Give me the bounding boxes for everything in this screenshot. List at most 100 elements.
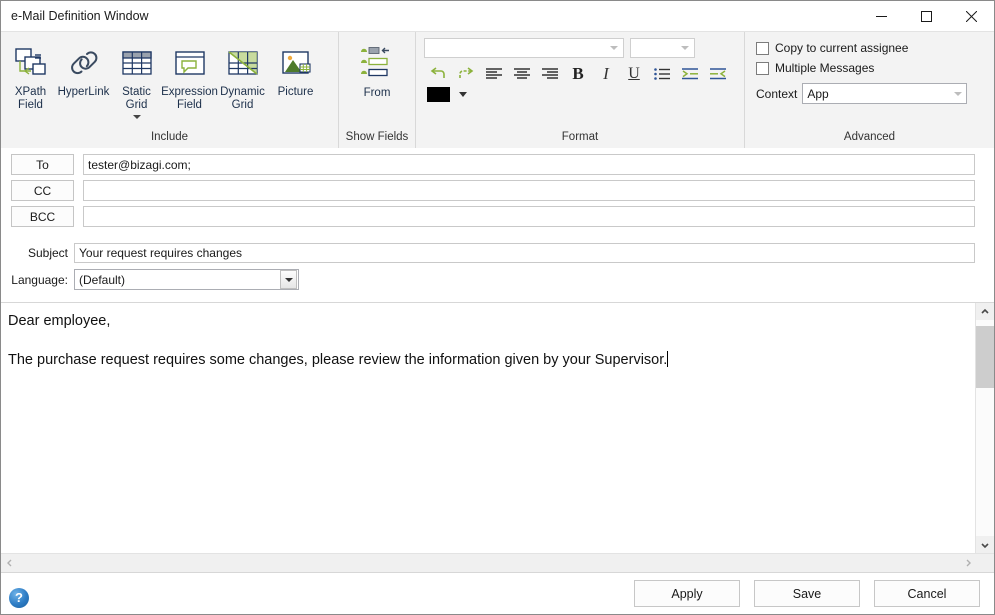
language-label: Language: — [11, 272, 68, 287]
picture-label: Picture — [277, 86, 314, 98]
window-title: e-Mail Definition Window — [11, 9, 149, 23]
language-row: Language: (Default) — [11, 269, 994, 290]
align-center-button[interactable] — [508, 61, 536, 87]
message-editor: Dear employee, The purchase request requ… — [1, 302, 994, 572]
bcc-button[interactable]: BCC — [11, 206, 74, 227]
language-value: (Default) — [79, 272, 126, 287]
save-button[interactable]: Save — [754, 580, 860, 607]
hyperlink-label: HyperLink — [57, 86, 110, 98]
language-dropdown-button[interactable] — [280, 270, 297, 289]
ribbon-group-label-advanced: Advanced — [745, 126, 994, 148]
scrollbar-corner — [976, 554, 994, 572]
subject-label: Subject — [27, 246, 68, 260]
subject-section: Subject Your request requires changes La… — [1, 243, 994, 290]
ribbon-group-label-include: Include — [1, 126, 338, 148]
picture-button[interactable]: Picture — [269, 37, 322, 126]
dynamic-grid-icon — [223, 41, 263, 85]
hyperlink-button[interactable]: HyperLink — [57, 37, 110, 126]
message-paragraph-2-text: The purchase request requires some chang… — [8, 352, 668, 368]
cc-button[interactable]: CC — [11, 180, 74, 201]
maximize-button[interactable] — [904, 1, 949, 31]
vertical-scroll-track[interactable] — [976, 320, 994, 536]
message-paragraph-1: Dear employee, — [8, 313, 111, 329]
cc-input[interactable] — [83, 180, 975, 201]
to-input[interactable]: tester@bizagi.com; — [83, 154, 975, 175]
minimize-button[interactable] — [859, 1, 904, 31]
ribbon-group-include: XPath Field HyperLink Static Grid Expres… — [1, 32, 338, 148]
ribbon-toolbar: XPath Field HyperLink Static Grid Expres… — [1, 31, 994, 148]
chevron-down-icon[interactable] — [459, 92, 467, 97]
ribbon-group-advanced: Copy to current assignee Multiple Messag… — [744, 32, 994, 148]
cc-row: CC — [1, 180, 994, 201]
scroll-up-button[interactable] — [976, 303, 994, 320]
chevron-down-icon — [954, 91, 963, 96]
font-size-combo[interactable] — [630, 38, 695, 58]
include-buttons: XPath Field HyperLink Static Grid Expres… — [1, 32, 338, 126]
multiple-messages-checkbox[interactable]: Multiple Messages — [756, 61, 994, 75]
hyperlink-icon — [64, 41, 104, 85]
italic-icon: I — [603, 64, 609, 83]
underline-icon: U — [628, 65, 640, 82]
subject-input[interactable]: Your request requires changes — [74, 243, 975, 263]
cancel-button[interactable]: Cancel — [874, 580, 980, 607]
multiple-messages-label: Multiple Messages — [775, 61, 875, 75]
vertical-scroll-thumb[interactable] — [976, 326, 994, 388]
context-row: Context App — [756, 83, 994, 104]
redo-button[interactable] — [452, 61, 480, 87]
checkbox-box — [756, 41, 769, 55]
bcc-input[interactable] — [83, 206, 975, 227]
to-button[interactable]: To — [11, 154, 74, 175]
from-button[interactable]: From — [342, 37, 412, 126]
title-bar: e-Mail Definition Window — [1, 1, 994, 31]
italic-button[interactable]: I — [592, 61, 620, 87]
picture-icon — [276, 41, 316, 85]
close-button[interactable] — [949, 1, 994, 31]
font-color-row — [424, 87, 744, 102]
static-grid-icon — [117, 41, 157, 85]
ribbon-group-show-fields: From Show Fields — [338, 32, 415, 148]
bcc-row: BCC — [1, 206, 994, 227]
ribbon-group-format: B I U Format — [415, 32, 744, 148]
email-definition-window: e-Mail Definition Window XPath Field Hyp… — [0, 0, 995, 615]
context-combo[interactable]: App — [802, 83, 968, 104]
scroll-right-button[interactable] — [959, 555, 976, 572]
align-right-button[interactable] — [536, 61, 564, 87]
static-grid-button[interactable]: Static Grid — [110, 37, 163, 126]
font-name-combo[interactable] — [424, 38, 624, 58]
font-color-swatch[interactable] — [427, 87, 450, 102]
from-fields-icon — [355, 42, 399, 86]
underline-button[interactable]: U — [620, 61, 648, 87]
expression-field-label: Expression Field — [161, 86, 218, 111]
chevron-down-icon[interactable] — [132, 115, 141, 119]
subject-row: Subject Your request requires changes — [11, 243, 994, 263]
undo-button[interactable] — [424, 61, 452, 87]
format-buttons-row: B I U — [424, 61, 744, 87]
expression-field-button[interactable]: Expression Field — [161, 37, 218, 126]
horizontal-scrollbar[interactable] — [1, 553, 994, 572]
context-label: Context — [756, 86, 798, 101]
bullet-list-button[interactable] — [648, 61, 676, 87]
chevron-down-icon — [681, 46, 689, 50]
message-body-textarea[interactable]: Dear employee, The purchase request requ… — [1, 303, 975, 553]
copy-to-current-assignee-checkbox[interactable]: Copy to current assignee — [756, 41, 994, 55]
scroll-left-button[interactable] — [1, 555, 18, 572]
language-combo[interactable]: (Default) — [74, 269, 299, 290]
apply-button[interactable]: Apply — [634, 580, 740, 607]
scroll-down-button[interactable] — [976, 536, 994, 553]
ribbon-group-label-show-fields: Show Fields — [339, 126, 415, 148]
decrease-indent-button[interactable] — [704, 61, 732, 87]
dynamic-grid-label: Dynamic Grid — [220, 86, 265, 111]
footer-bar: ? Apply Save Cancel — [1, 572, 994, 614]
copy-to-current-assignee-label: Copy to current assignee — [775, 41, 909, 55]
dynamic-grid-button[interactable]: Dynamic Grid — [216, 37, 269, 126]
bold-button[interactable]: B — [564, 61, 592, 87]
increase-indent-button[interactable] — [676, 61, 704, 87]
vertical-scrollbar[interactable] — [975, 303, 994, 553]
from-label: From — [363, 87, 391, 99]
xpath-field-icon — [11, 41, 51, 85]
xpath-field-button[interactable]: XPath Field — [4, 37, 57, 126]
footer-buttons: Apply Save Cancel — [634, 580, 980, 607]
help-icon[interactable]: ? — [9, 587, 29, 608]
bold-icon: B — [572, 64, 584, 83]
align-left-button[interactable] — [480, 61, 508, 87]
